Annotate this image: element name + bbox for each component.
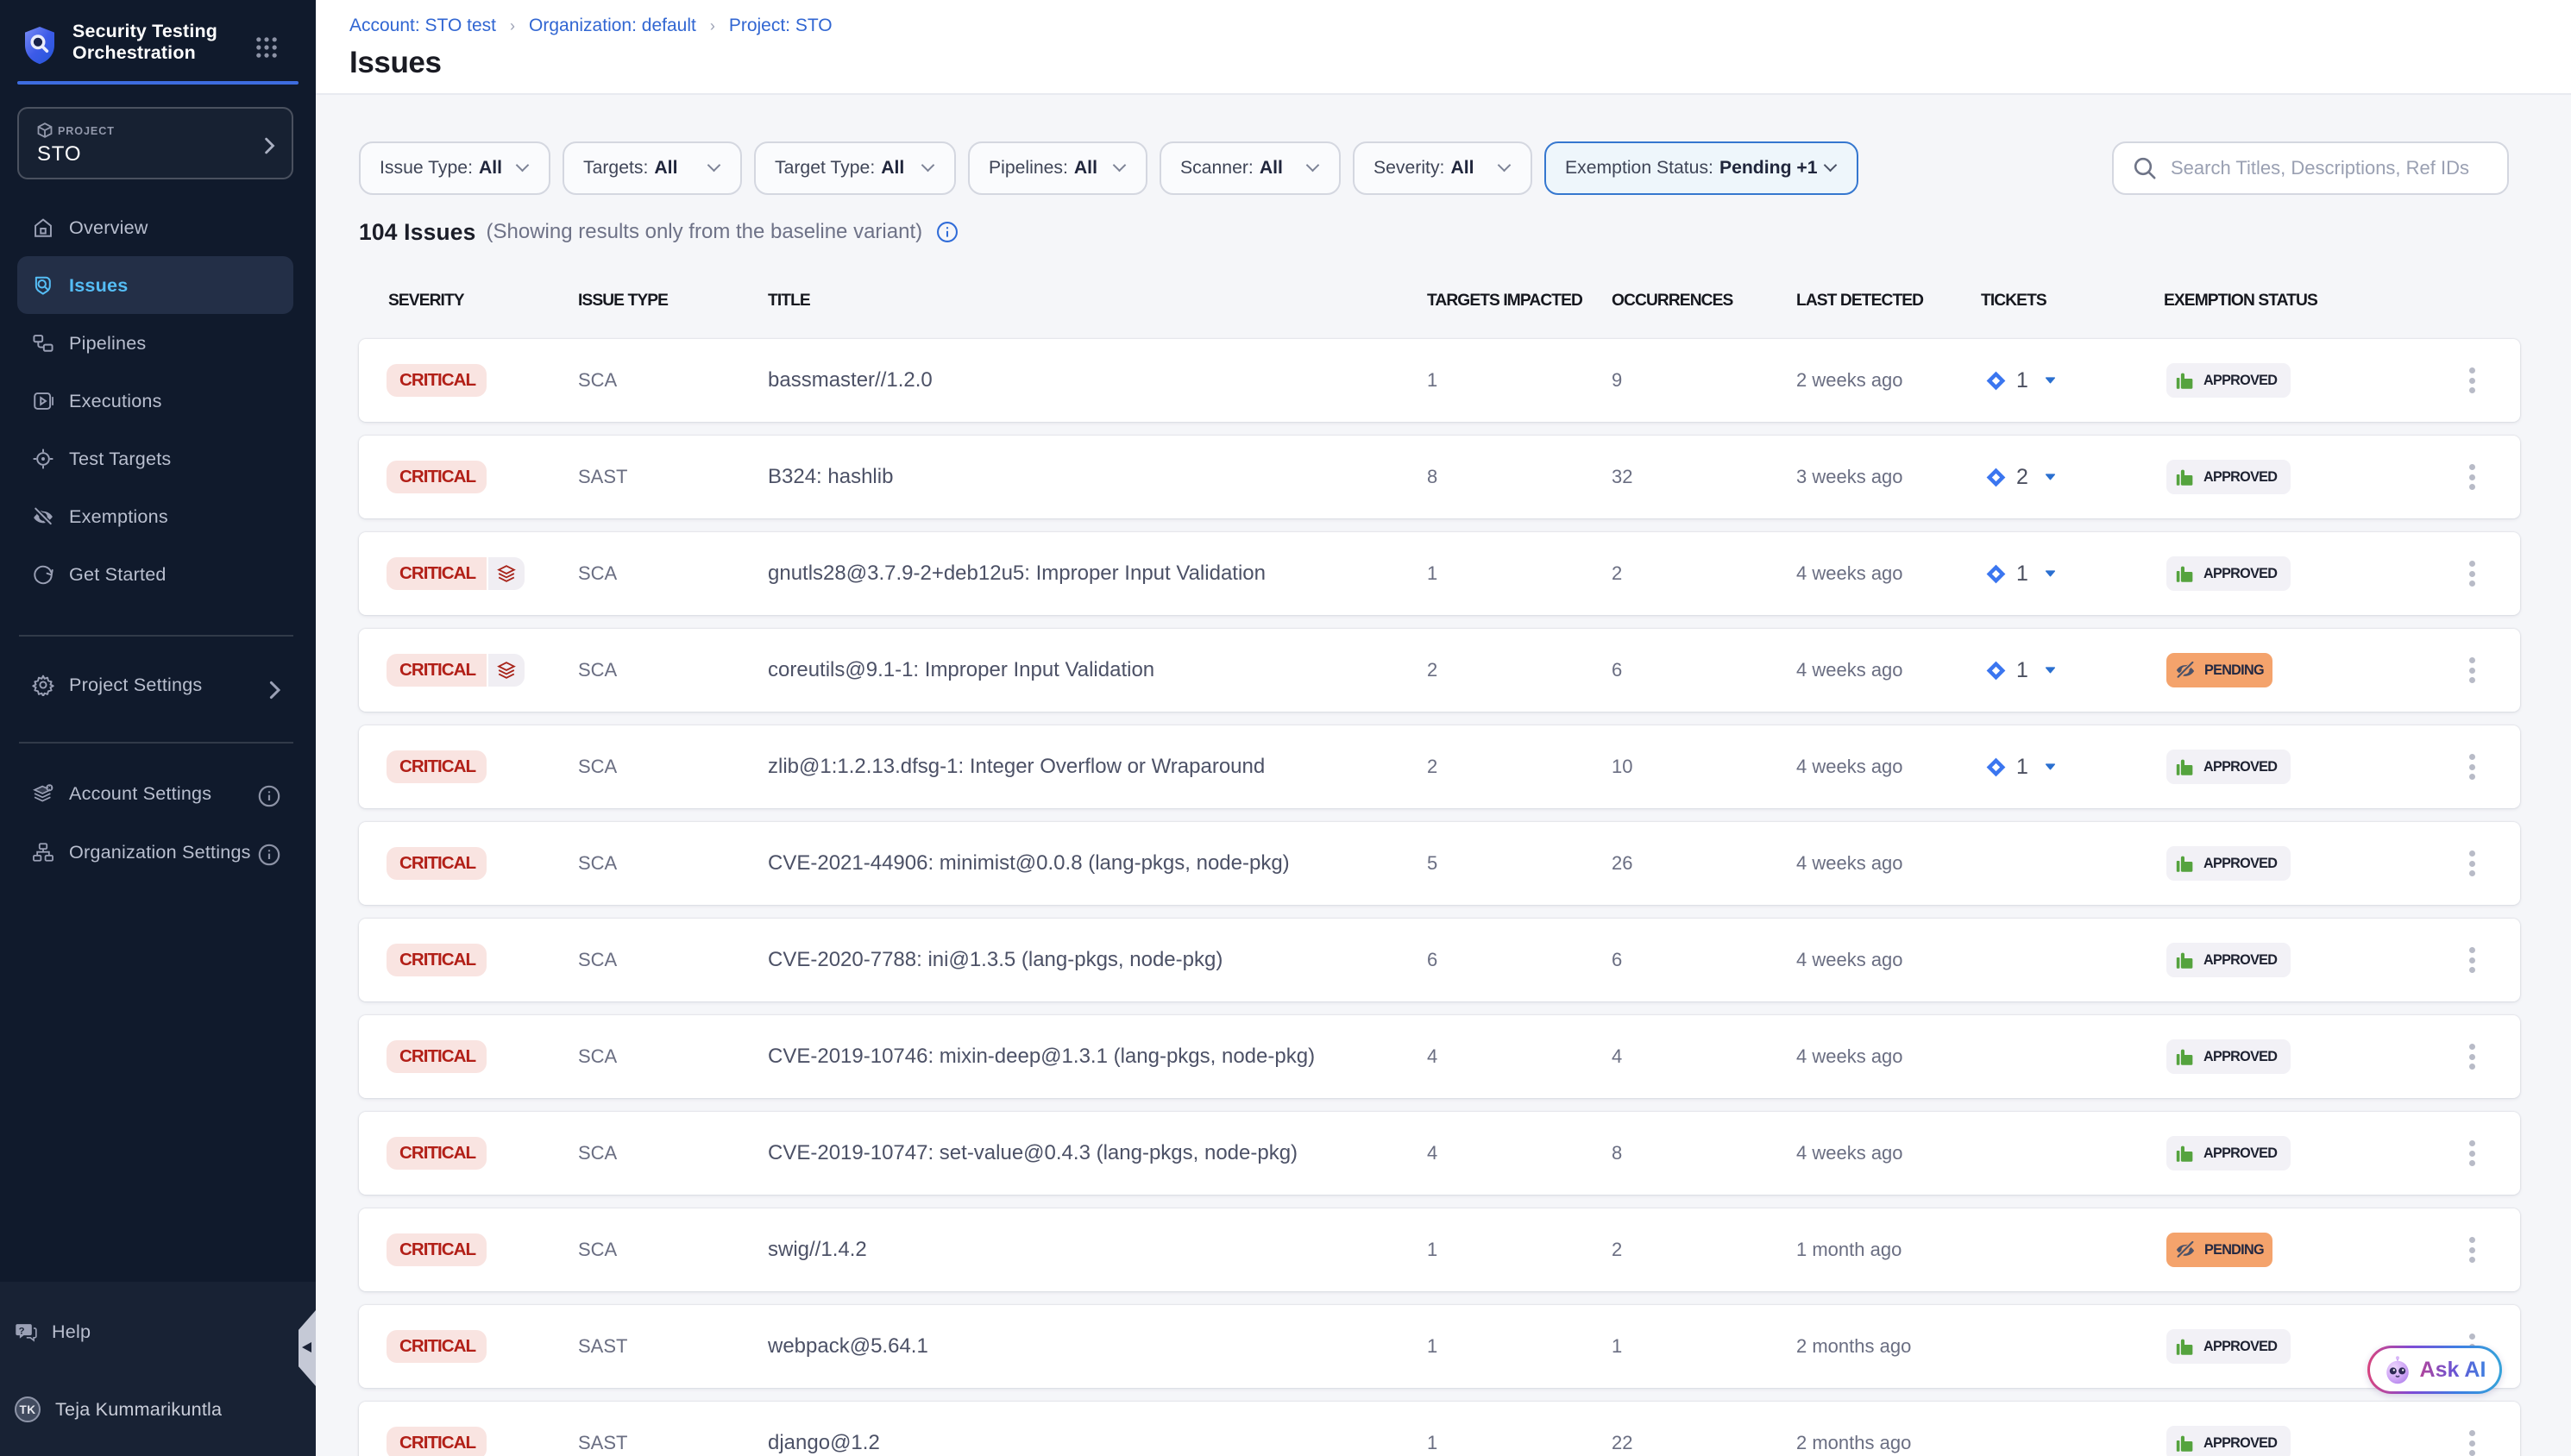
svg-text:?: ?: [19, 1326, 25, 1336]
